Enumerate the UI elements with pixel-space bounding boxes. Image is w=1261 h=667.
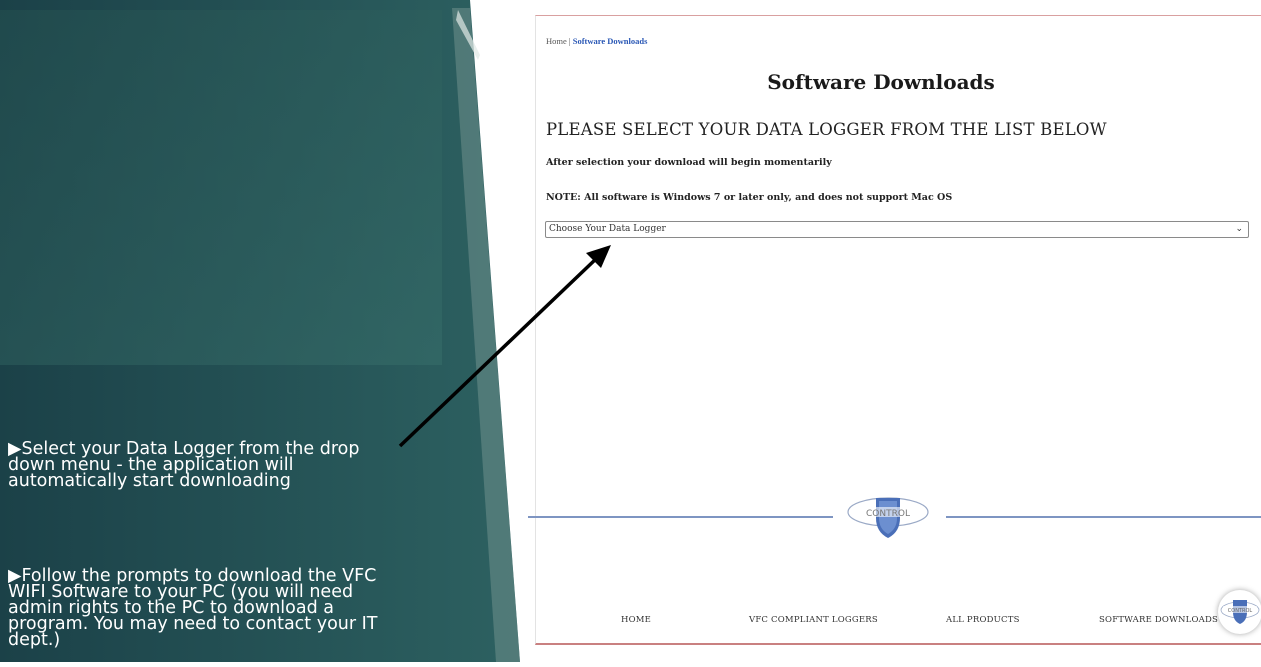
- software-downloads-page: Home | Software Downloads Software Downl…: [528, 15, 1261, 645]
- footer-nav-home[interactable]: HOME: [621, 615, 651, 625]
- download-note: After selection your download will begin…: [546, 157, 832, 168]
- data-logger-select-value: Choose Your Data Logger: [549, 224, 666, 234]
- slide-bullet-select-logger: ▶Select your Data Logger from the drop d…: [8, 439, 360, 491]
- breadcrumb-current[interactable]: Software Downloads: [573, 36, 648, 46]
- slide-bullet-follow-prompts: ▶Follow the prompts to download the VFC …: [8, 566, 378, 650]
- data-logger-select[interactable]: Choose Your Data Logger ⌄: [545, 221, 1249, 238]
- chat-widget-button[interactable]: CONTROL: [1218, 590, 1261, 634]
- breadcrumb-separator: |: [568, 36, 571, 46]
- breadcrumb-home-link[interactable]: Home: [546, 36, 567, 46]
- footer-divider-left: [528, 516, 833, 518]
- footer-divider-right: [946, 516, 1261, 518]
- breadcrumb: Home | Software Downloads: [546, 36, 647, 46]
- chat-logo-wordmark: CONTROL: [1228, 608, 1253, 614]
- footer-nav-all-products[interactable]: ALL PRODUCTS: [946, 615, 1020, 625]
- select-logger-heading: PLEASE SELECT YOUR DATA LOGGER FROM THE …: [546, 120, 1107, 139]
- slide-background: [0, 0, 520, 662]
- chat-logo-icon: CONTROL: [1220, 600, 1260, 624]
- footer-nav-software-downloads[interactable]: SOFTWARE DOWNLOADS: [1099, 615, 1218, 625]
- control-logo[interactable]: CONTROL: [843, 490, 933, 542]
- footer-nav-vfc-compliant-loggers[interactable]: VFC COMPLIANT LOGGERS: [749, 615, 878, 625]
- slide-panel: [0, 0, 520, 662]
- shield-logo-icon: CONTROL: [847, 497, 929, 538]
- page-title: Software Downloads: [767, 70, 995, 94]
- os-requirement-note: NOTE: All software is Windows 7 or later…: [546, 192, 953, 203]
- logo-wordmark: CONTROL: [866, 509, 910, 519]
- chevron-down-icon: ⌄: [1235, 224, 1243, 234]
